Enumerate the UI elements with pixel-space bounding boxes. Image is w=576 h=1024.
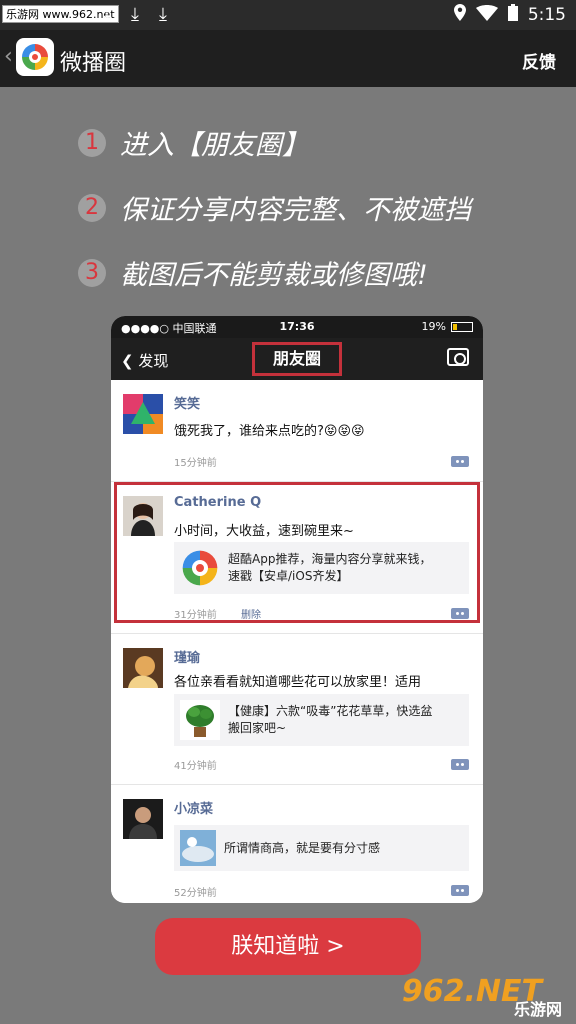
camera-icon [447,348,469,366]
post-text: 各位亲看看就知道哪些花可以放家里！适用 [174,675,422,690]
battery-icon [451,321,473,332]
moment-post: 小凉菜 所谓情商高，就是要有分寸感 52分钟前 [111,785,483,903]
post-time: 41分钟前 [174,761,217,772]
watermark-text: 乐游网 [513,1000,562,1019]
post-author: 小凉菜 [174,802,214,817]
back-button: ❮ 发现 [121,352,169,370]
site-logo-watermark: 962.NET 乐游网 [402,974,572,1022]
step-1: 1 进入【朋友圈】 [78,123,309,162]
shared-link-card: 【健康】六款“吸毒”花花草草，快选盆 搬回家吧~ [174,694,469,746]
app-bar: ‹ 微播圈 反馈 [0,30,576,87]
post-author: Catherine Q [174,495,262,510]
step-2: 2 保证分享内容完整、不被遮挡 [78,188,471,227]
step-number: 2 [78,193,106,222]
app-logo [16,38,54,76]
moment-post: 笑笑 饿死我了，谁给来点吃的?😝😝😝 15分钟前 [111,380,483,482]
comment-icon [451,759,469,770]
post-text: 小时间，大收益，速到碗里来~ [174,524,354,539]
post-author: 瑾瑜 [174,651,201,666]
link-title: 搬回家吧~ [228,721,287,735]
phone-preview: ●●●●○ 中国联通 17:36 19% ❮ 发现 朋友圈 笑笑 饿死我了，谁给… [111,316,483,903]
step-number: 1 [78,128,106,157]
step-text: 保证分享内容完整、不被遮挡 [120,195,471,226]
download-icon: ⤓ [103,4,111,25]
delete-link: 删除 [241,610,261,621]
link-title: 速戳【安卓/iOS齐发】 [228,569,349,583]
phone-status-bar: ●●●●○ 中国联通 17:36 19% [111,316,483,338]
step-text: 截图后不能剪裁或修图哦! [120,260,428,291]
link-thumbnail [180,830,216,866]
clock: 5:15 [527,5,566,25]
link-thumbnail [180,548,220,588]
step-text: 进入【朋友圈】 [120,130,309,161]
feedback-button[interactable]: 反馈 [522,48,556,73]
moments-nav: ❮ 发现 朋友圈 [111,338,483,380]
step-number: 3 [78,258,106,287]
moments-title: 朋友圈 [252,342,342,376]
download-icon: ⤓ [159,4,167,25]
post-time: 15分钟前 [174,458,217,469]
link-title: 所谓情商高，就是要有分寸感 [224,840,381,855]
battery-icon [507,4,518,26]
moment-post: Catherine Q 小时间，大收益，速到碗里来~ 超酷App推荐，海量内容分… [111,482,483,634]
shared-link-card: 超酷App推荐，海量内容分享就来钱， 速戳【安卓/iOS齐发】 [174,542,469,594]
moment-post: 瑾瑜 各位亲看看就知道哪些花可以放家里！适用 【健康】六款“吸毒”花花草草，快选… [111,634,483,785]
link-title: 【健康】六款“吸毒”花花草草，快选盆 [228,704,433,718]
wifi-icon [475,4,498,26]
avatar [123,496,163,536]
got-it-button[interactable]: 朕知道啦 > [155,918,421,975]
site-watermark: 乐游网 www.962.net [2,5,119,23]
comment-icon [451,456,469,467]
battery-percent: 19% [421,320,446,333]
location-icon [453,4,466,26]
post-time: 31分钟前 [174,610,217,621]
avatar [123,799,163,839]
download-icon: ⤓ [131,4,139,25]
avatar [123,394,163,434]
app-title: 微播圈 [60,51,127,76]
back-icon[interactable]: ‹ [4,44,13,69]
shared-link-card: 所谓情商高，就是要有分寸感 [174,825,469,871]
post-time: 52分钟前 [174,888,217,899]
post-text: 饿死我了，谁给来点吃的?😝😝😝 [174,424,365,439]
comment-icon [451,885,469,896]
link-title: 超酷App推荐，海量内容分享就来钱， [228,552,432,566]
comment-icon [451,608,469,619]
post-author: 笑笑 [174,397,201,412]
status-bar: 乐游网 www.962.net ⤓ ⤓ ⤓ 5:15 [0,0,576,30]
avatar [123,648,163,688]
plant-thumbnail [180,700,220,740]
step-3: 3 截图后不能剪裁或修图哦! [78,253,428,292]
